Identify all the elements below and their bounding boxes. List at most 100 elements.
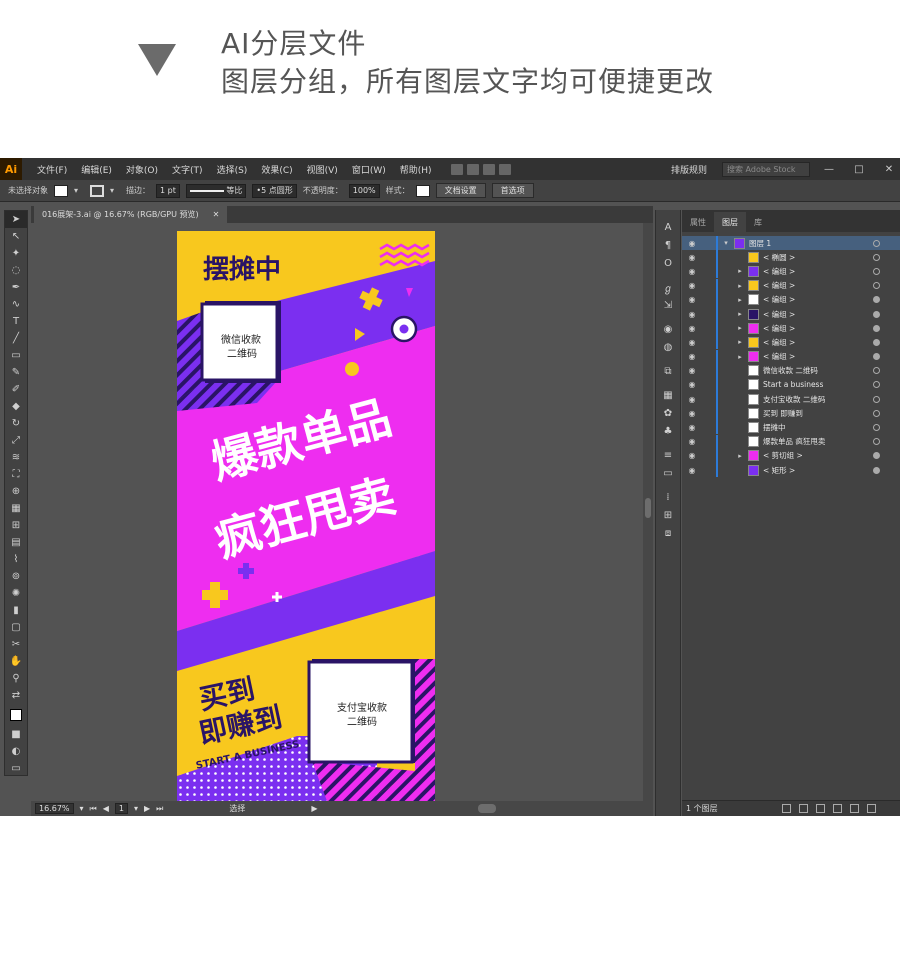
eyedropper-tool-icon[interactable]: ⌇ — [5, 551, 27, 568]
column-graph-tool-icon[interactable]: ▮ — [5, 602, 27, 619]
rectangle-tool-icon[interactable]: ▭ — [5, 347, 27, 364]
menu-type[interactable]: 文字(T) — [165, 163, 210, 176]
locate-object-icon[interactable] — [799, 804, 808, 813]
type-tool-icon[interactable]: T — [5, 313, 27, 330]
menu-view[interactable]: 视图(V) — [300, 163, 345, 176]
artboard-tool-icon[interactable]: ▢ — [5, 619, 27, 636]
target-circle-icon[interactable] — [873, 338, 880, 346]
export-icon[interactable] — [782, 804, 791, 813]
direct-selection-tool-icon[interactable]: ↖ — [5, 228, 27, 245]
transparency-panel-icon[interactable]: ◍ — [656, 338, 680, 356]
first-artboard-icon[interactable]: ⏮ — [90, 804, 97, 814]
visibility-eye-icon[interactable]: ◉ — [687, 395, 697, 404]
target-circle-icon[interactable] — [873, 452, 880, 460]
workspace-switcher[interactable]: 排版规则 — [664, 163, 714, 176]
sublayer-row[interactable]: ◉ 微信收款 二维码 — [682, 363, 900, 378]
preferences-button[interactable]: 首选项 — [491, 183, 534, 198]
target-circle-icon[interactable] — [873, 367, 880, 375]
shape-builder-tool-icon[interactable]: ⊕ — [5, 483, 27, 500]
close-tab-icon[interactable]: ✕ — [213, 210, 220, 219]
chevron-right-icon[interactable]: ▸ — [736, 324, 744, 332]
visibility-eye-icon[interactable]: ◉ — [687, 437, 697, 446]
visibility-eye-icon[interactable]: ◉ — [687, 281, 697, 290]
appearance-panel-icon[interactable]: ◉ — [656, 320, 680, 338]
color-mode-icon[interactable]: ■ — [5, 726, 27, 743]
document-setup-button[interactable]: 文档设置 — [435, 183, 486, 198]
sublayer-row[interactable]: ◉ ▸ < 编组 > — [682, 278, 900, 293]
scale-tool-icon[interactable]: ⤢ — [5, 432, 27, 449]
character-panel-icon[interactable]: A — [656, 218, 680, 236]
layer-row[interactable]: ◉ ▾ 图层 1 — [682, 236, 900, 251]
links-panel-icon[interactable]: ⧉ — [656, 362, 680, 380]
close-window-button[interactable]: ✕ — [878, 158, 900, 180]
sublayer-row[interactable]: ◉ ▸ < 编组 > — [682, 349, 900, 364]
visibility-eye-icon[interactable]: ◉ — [687, 267, 697, 276]
target-circle-icon[interactable] — [873, 466, 880, 474]
artboard[interactable]: 摆摊中 微信收款 二维码 爆款单品 疯狂甩卖 买到 即赚到 START A BU… — [177, 231, 435, 801]
warp-tool-icon[interactable]: ≋ — [5, 449, 27, 466]
chevron-right-icon[interactable]: ▸ — [736, 452, 744, 460]
next-artboard-icon[interactable]: ▶ — [144, 804, 150, 813]
menu-help[interactable]: 帮助(H) — [393, 163, 439, 176]
menu-edit[interactable]: 编辑(E) — [74, 163, 119, 176]
gradient-panel-icon[interactable]: ▭ — [656, 464, 680, 482]
visibility-eye-icon[interactable]: ◉ — [687, 324, 697, 333]
paragraph-panel-icon[interactable]: ¶ — [656, 236, 680, 254]
chevron-right-icon[interactable]: ▸ — [736, 267, 744, 275]
target-circle-icon[interactable] — [873, 296, 880, 304]
menu-file[interactable]: 文件(F) — [30, 163, 74, 176]
opacity-field[interactable]: 100% — [348, 183, 380, 198]
menu-select[interactable]: 选择(S) — [210, 163, 255, 176]
sublayer-row[interactable]: ◉ ▸ < 编组 > — [682, 306, 900, 321]
target-circle-icon[interactable] — [873, 253, 880, 261]
target-circle-icon[interactable] — [873, 381, 880, 389]
sublayer-row[interactable]: ◉ < 椭圆 > — [682, 250, 900, 265]
perspective-grid-tool-icon[interactable]: ▦ — [5, 500, 27, 517]
fill-swatch[interactable] — [54, 184, 68, 197]
artboard-number-field[interactable]: 1 — [114, 803, 128, 814]
bridge-icon[interactable] — [450, 163, 463, 175]
chevron-down-icon[interactable]: ▾ — [80, 804, 84, 813]
pen-tool-icon[interactable]: ✒ — [5, 279, 27, 296]
target-circle-icon[interactable] — [873, 353, 880, 361]
visibility-eye-icon[interactable]: ◉ — [687, 423, 697, 432]
chevron-right-icon[interactable]: ▸ — [736, 353, 744, 361]
chevron-right-icon[interactable]: ▸ — [736, 338, 744, 346]
sublayer-row[interactable]: ◉ ▸ < 编组 > — [682, 335, 900, 350]
chevron-down-icon[interactable]: ▾ — [74, 186, 84, 195]
brushes-panel-icon[interactable]: ✿ — [656, 404, 680, 422]
target-circle-icon[interactable] — [873, 438, 880, 446]
target-circle-icon[interactable] — [873, 409, 880, 417]
visibility-eye-icon[interactable]: ◉ — [687, 338, 697, 347]
sublayer-row[interactable]: ◉ Start a business — [682, 377, 900, 392]
tab-libraries[interactable]: 库 — [746, 212, 770, 232]
shaper-tool-icon[interactable]: ✐ — [5, 381, 27, 398]
hand-tool-icon[interactable]: ✋ — [5, 653, 27, 670]
swatches-panel-icon[interactable]: ▦ — [656, 386, 680, 404]
stroke-panel-icon[interactable]: ≡ — [656, 446, 680, 464]
swap-colors-icon[interactable]: ⇄ — [5, 687, 27, 704]
fill-stroke-icon[interactable] — [5, 704, 27, 726]
trash-icon[interactable] — [867, 804, 876, 813]
visibility-eye-icon[interactable]: ◉ — [687, 380, 697, 389]
stroke-profile-select[interactable]: 等比 — [185, 183, 247, 198]
align-panel-icon[interactable]: ⁞ — [656, 488, 680, 506]
menu-window[interactable]: 窗口(W) — [345, 163, 393, 176]
stroke-weight-field[interactable]: 1 pt — [156, 183, 180, 198]
target-circle-icon[interactable] — [873, 424, 880, 432]
target-circle-icon[interactable] — [873, 324, 880, 332]
graphic-style-swatch[interactable] — [415, 184, 430, 197]
visibility-eye-icon[interactable]: ◉ — [687, 239, 697, 248]
sublayer-row[interactable]: ◉ 爆款单品 疯狂甩卖 — [682, 434, 900, 449]
asset-export-icon[interactable]: ⇲ — [656, 296, 680, 314]
sublayer-row[interactable]: ◉ ▸ < 剪切组 > — [682, 448, 900, 463]
chevron-down-icon[interactable]: ▾ — [134, 804, 138, 813]
drawing-mode-icon[interactable]: ◐ — [5, 743, 27, 760]
sublayer-row[interactable]: ◉ 买到 即赚到 — [682, 406, 900, 421]
chevron-right-icon[interactable]: ▸ — [736, 282, 744, 290]
visibility-eye-icon[interactable]: ◉ — [687, 253, 697, 262]
sublayer-row[interactable]: ◉ ▸ < 编组 > — [682, 264, 900, 279]
stroke-swatch[interactable] — [90, 184, 104, 197]
visibility-eye-icon[interactable]: ◉ — [687, 310, 697, 319]
menu-object[interactable]: 对象(O) — [119, 163, 165, 176]
